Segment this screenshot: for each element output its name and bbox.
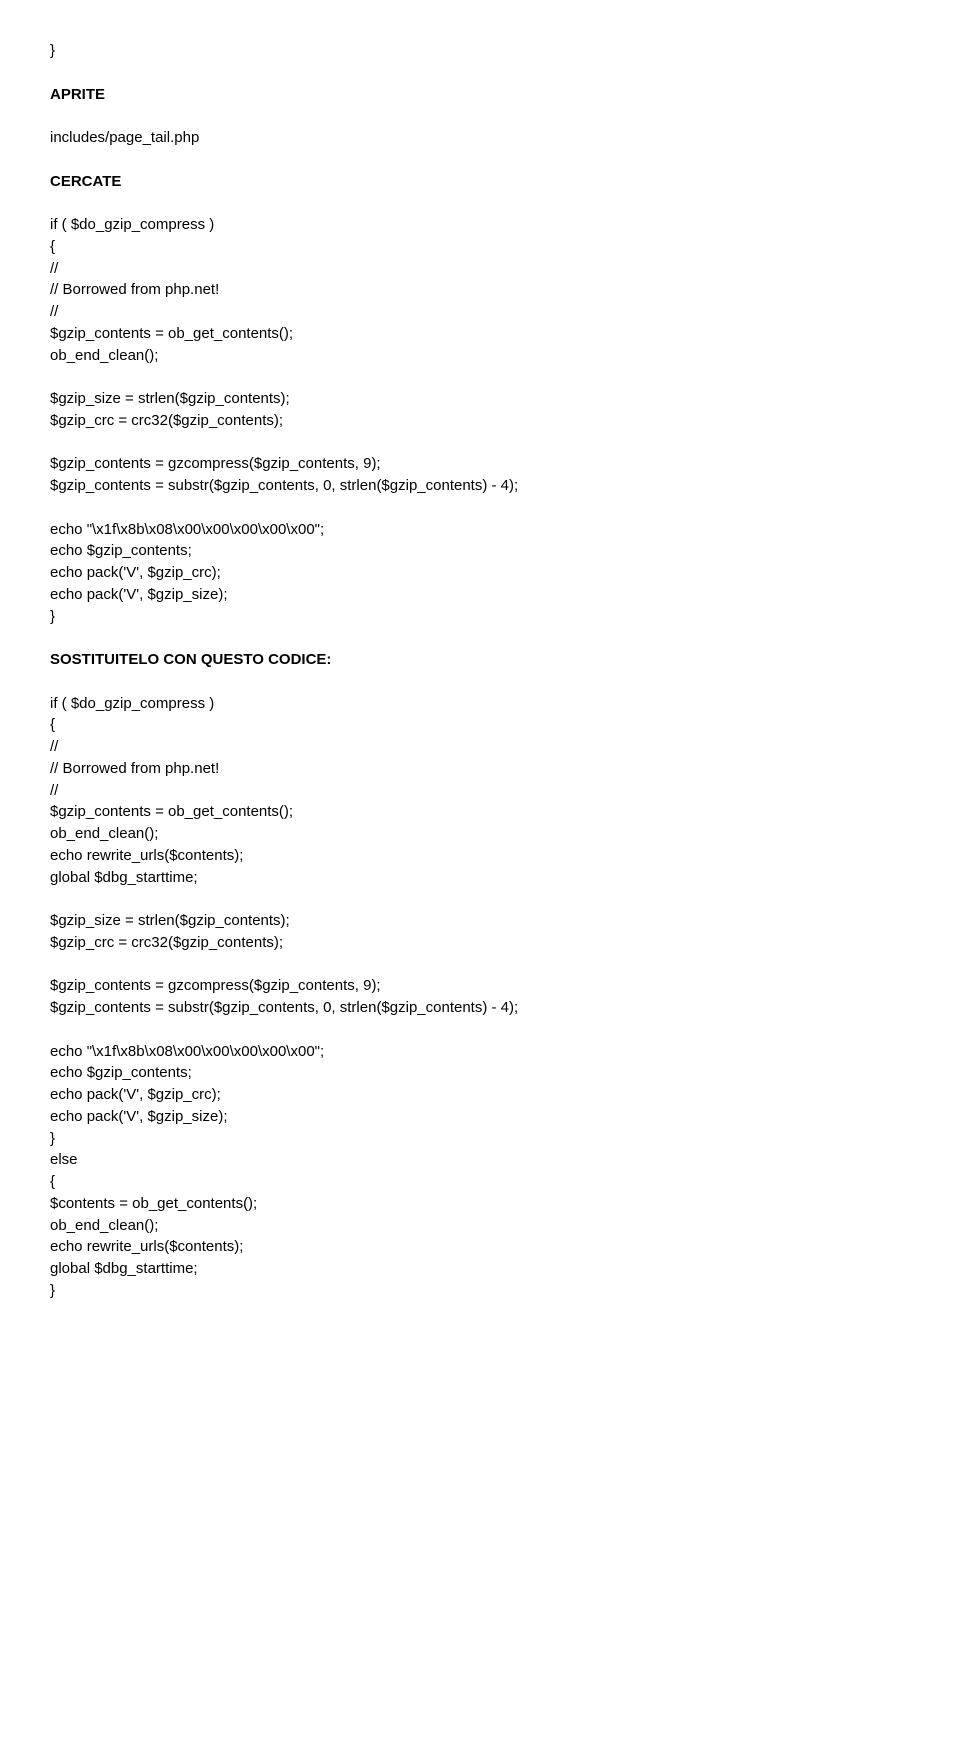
code-line: if ( $do_gzip_compress ) — [50, 214, 910, 236]
code-line: $gzip_contents = gzcompress($gzip_conten… — [50, 453, 910, 475]
code-line: $gzip_contents = gzcompress($gzip_conten… — [50, 975, 910, 997]
code-line: echo rewrite_urls($contents); — [50, 1236, 910, 1258]
code-line: } — [50, 1128, 910, 1150]
code-line: { — [50, 236, 910, 258]
code-line: { — [50, 714, 910, 736]
code-line: echo "\x1f\x8b\x08\x00\x00\x00\x00\x00"; — [50, 1041, 910, 1063]
code-line: // — [50, 301, 910, 323]
code-line: $gzip_contents = ob_get_contents(); — [50, 801, 910, 823]
blank-line — [50, 954, 910, 976]
code-line: echo rewrite_urls($contents); — [50, 845, 910, 867]
blank-line — [50, 671, 910, 693]
code-line: echo pack('V', $gzip_size); — [50, 1106, 910, 1128]
blank-line — [50, 888, 910, 910]
blank-line — [50, 62, 910, 84]
blank-line — [50, 105, 910, 127]
code-line: // — [50, 258, 910, 280]
blank-line — [50, 497, 910, 519]
code-line: $gzip_crc = crc32($gzip_contents); — [50, 410, 910, 432]
code-line: if ( $do_gzip_compress ) — [50, 693, 910, 715]
code-line: // Borrowed from php.net! — [50, 758, 910, 780]
code-line: $gzip_size = strlen($gzip_contents); — [50, 388, 910, 410]
blank-line — [50, 432, 910, 454]
code-line: // — [50, 780, 910, 802]
code-line: $contents = ob_get_contents(); — [50, 1193, 910, 1215]
code-line: } — [50, 40, 910, 62]
code-line: } — [50, 606, 910, 628]
blank-line — [50, 192, 910, 214]
code-line: // — [50, 736, 910, 758]
code-line: } — [50, 1280, 910, 1302]
code-line: $gzip_size = strlen($gzip_contents); — [50, 910, 910, 932]
heading-sostituitelo: SOSTITUITELO CON QUESTO CODICE: — [50, 649, 910, 671]
code-line: $gzip_contents = ob_get_contents(); — [50, 323, 910, 345]
code-line: ob_end_clean(); — [50, 1215, 910, 1237]
code-line: ob_end_clean(); — [50, 823, 910, 845]
code-line: echo $gzip_contents; — [50, 1062, 910, 1084]
blank-line — [50, 1019, 910, 1041]
code-line: $gzip_crc = crc32($gzip_contents); — [50, 932, 910, 954]
code-line: ob_end_clean(); — [50, 345, 910, 367]
code-line: $gzip_contents = substr($gzip_contents, … — [50, 475, 910, 497]
code-line: global $dbg_starttime; — [50, 867, 910, 889]
code-line: includes/page_tail.php — [50, 127, 910, 149]
code-line: echo $gzip_contents; — [50, 540, 910, 562]
blank-line — [50, 149, 910, 171]
heading-cercate: CERCATE — [50, 171, 910, 193]
code-line: $gzip_contents = substr($gzip_contents, … — [50, 997, 910, 1019]
code-line: { — [50, 1171, 910, 1193]
heading-aprite: APRITE — [50, 84, 910, 106]
blank-line — [50, 627, 910, 649]
code-line: echo pack('V', $gzip_crc); — [50, 1084, 910, 1106]
code-line: echo pack('V', $gzip_size); — [50, 584, 910, 606]
code-line: else — [50, 1149, 910, 1171]
code-line: echo "\x1f\x8b\x08\x00\x00\x00\x00\x00"; — [50, 519, 910, 541]
blank-line — [50, 366, 910, 388]
code-line: // Borrowed from php.net! — [50, 279, 910, 301]
code-line: global $dbg_starttime; — [50, 1258, 910, 1280]
code-line: echo pack('V', $gzip_crc); — [50, 562, 910, 584]
